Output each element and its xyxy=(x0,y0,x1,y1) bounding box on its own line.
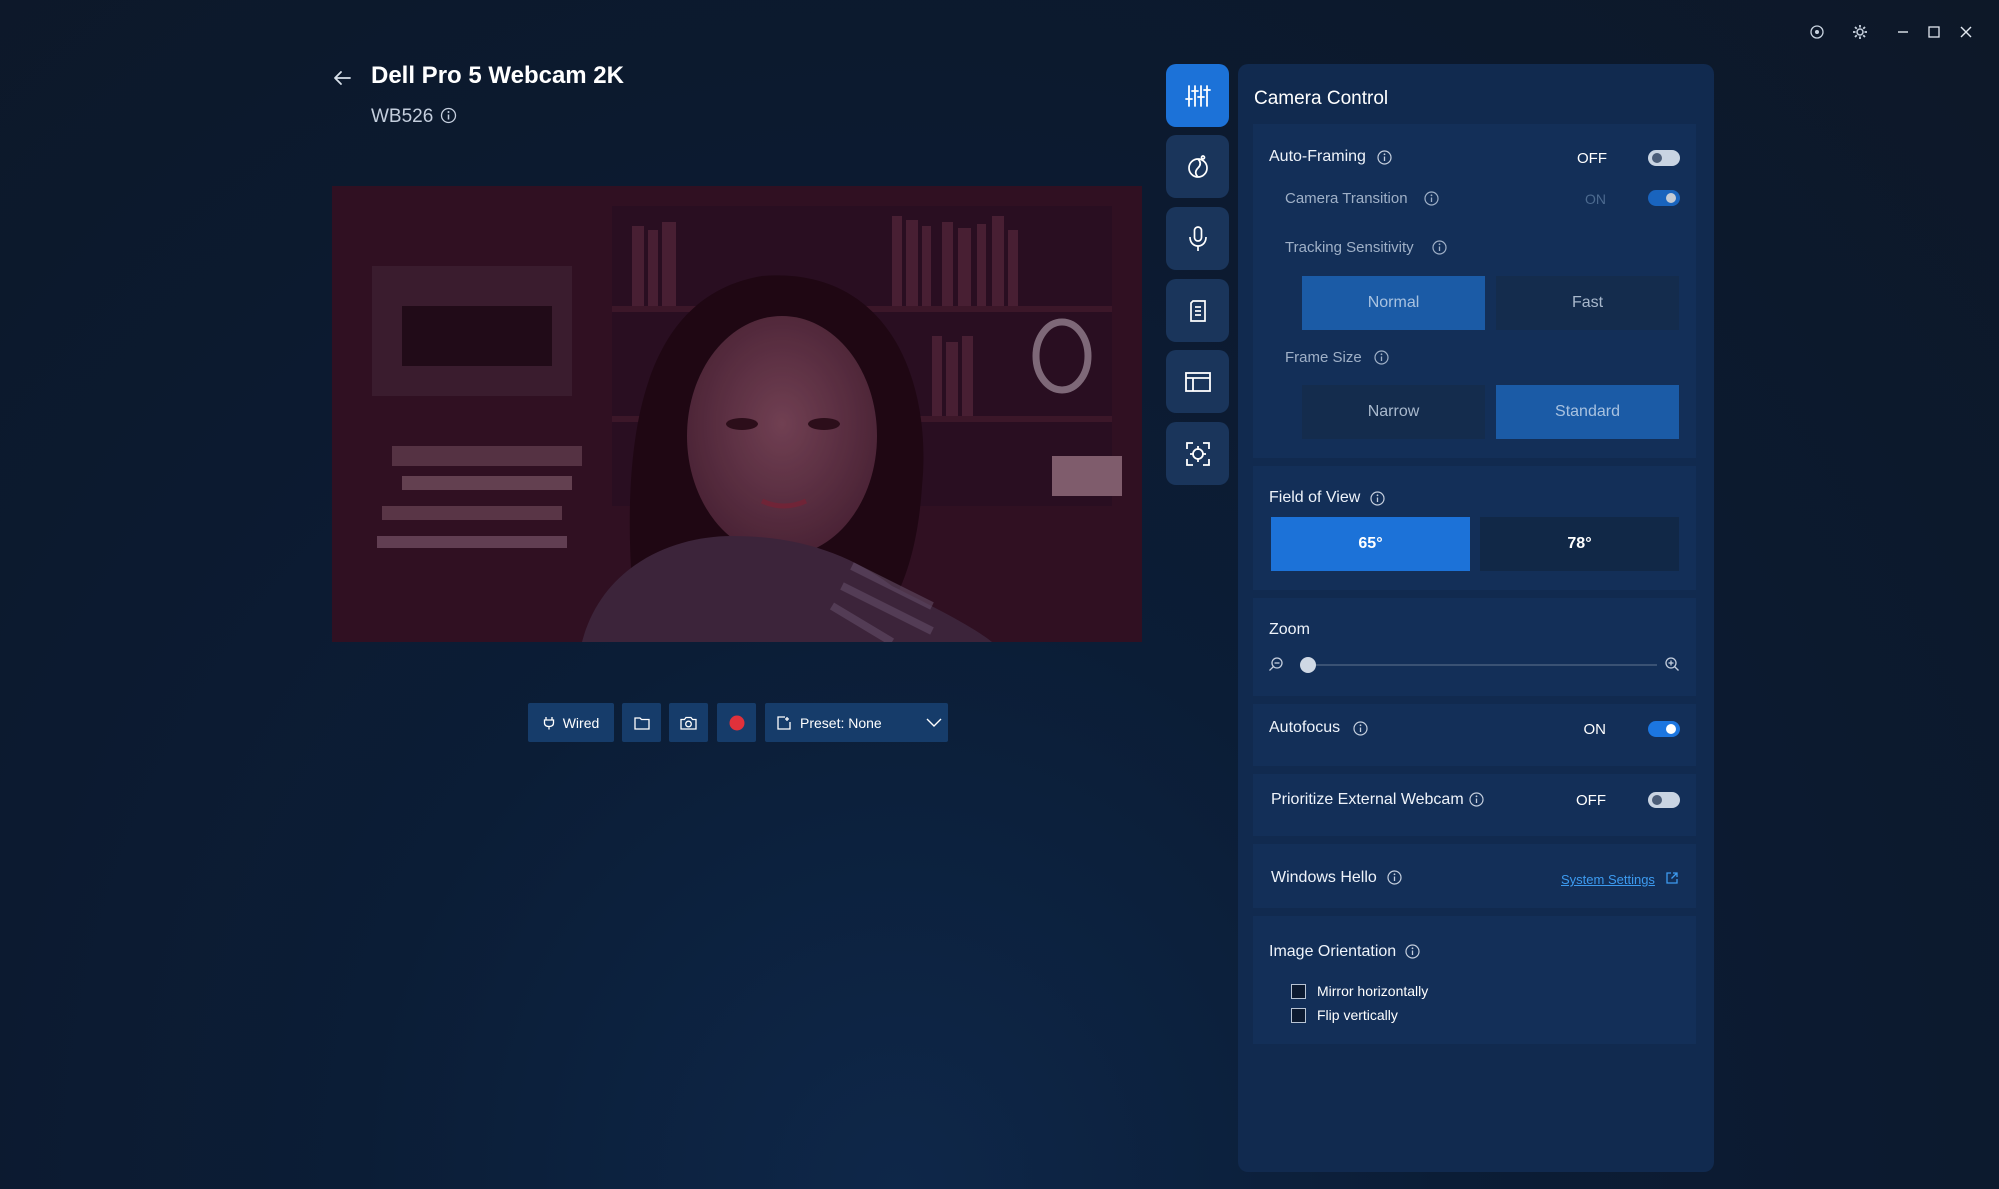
preset-dropdown[interactable]: Preset: None xyxy=(765,703,948,742)
fov-78-option[interactable]: 78° xyxy=(1480,517,1679,571)
info-icon[interactable] xyxy=(1387,870,1402,885)
camera-transition-label: Camera Transition xyxy=(1285,190,1408,207)
chevron-down-icon xyxy=(926,715,942,729)
info-icon[interactable] xyxy=(1405,944,1420,959)
close-icon[interactable] xyxy=(1954,20,1978,44)
info-icon[interactable] xyxy=(1374,350,1389,365)
plug-icon xyxy=(543,716,555,730)
back-arrow-icon[interactable] xyxy=(330,66,358,94)
info-icon[interactable] xyxy=(1432,240,1447,255)
microphone-icon xyxy=(1186,225,1210,253)
preset-icon xyxy=(777,715,791,730)
auto-framing-label: Auto-Framing xyxy=(1269,148,1366,165)
fov-65-option[interactable]: 65° xyxy=(1271,517,1470,571)
image-adjust-tab[interactable] xyxy=(1166,135,1229,198)
zoom-slider-track[interactable] xyxy=(1302,664,1657,666)
autofocus-label: Autofocus xyxy=(1269,719,1341,736)
autofocus-state: ON xyxy=(1583,721,1607,738)
document-tab[interactable] xyxy=(1166,279,1229,342)
target-icon[interactable] xyxy=(1805,20,1829,44)
sensitivity-normal-option[interactable]: Normal xyxy=(1302,276,1485,330)
audio-tab[interactable] xyxy=(1166,207,1229,270)
zoom-in-icon[interactable] xyxy=(1664,656,1680,672)
gear-icon[interactable] xyxy=(1848,20,1872,44)
info-icon[interactable] xyxy=(1469,792,1484,807)
record-button[interactable] xyxy=(717,703,756,742)
info-icon[interactable] xyxy=(1377,150,1392,165)
connection-label: Wired xyxy=(562,714,600,731)
zoom-out-icon[interactable] xyxy=(1268,656,1284,672)
snapshot-button[interactable] xyxy=(669,703,708,742)
camera-transition-toggle[interactable] xyxy=(1648,190,1680,206)
minimize-icon[interactable] xyxy=(1891,20,1915,44)
auto-framing-toggle[interactable] xyxy=(1648,150,1680,166)
camera-transition-state: ON xyxy=(1585,191,1606,207)
maximize-icon[interactable] xyxy=(1922,20,1946,44)
camera-icon xyxy=(680,716,697,730)
info-icon[interactable] xyxy=(1370,491,1385,506)
zoom-slider-thumb[interactable] xyxy=(1300,657,1316,673)
frame-size-narrow-option[interactable]: Narrow xyxy=(1302,385,1485,439)
system-settings-link[interactable]: System Settings xyxy=(1561,872,1655,887)
info-icon[interactable] xyxy=(1353,721,1368,736)
prioritize-external-state: OFF xyxy=(1576,792,1606,809)
connection-button[interactable]: Wired xyxy=(528,703,614,742)
windows-hello-label: Windows Hello xyxy=(1271,869,1377,886)
field-of-view-label: Field of View xyxy=(1269,489,1361,506)
image-orientation-card xyxy=(1253,916,1696,1044)
autofocus-toggle[interactable] xyxy=(1648,721,1680,737)
tracking-sensitivity-label: Tracking Sensitivity xyxy=(1285,239,1414,256)
camera-control-tab[interactable] xyxy=(1166,64,1229,127)
framing-tab[interactable] xyxy=(1166,422,1229,485)
zoom-card xyxy=(1253,598,1696,696)
prioritize-external-label: Prioritize External Webcam xyxy=(1271,791,1464,808)
record-icon xyxy=(729,715,745,731)
camera-preview xyxy=(332,186,1142,642)
info-icon[interactable] xyxy=(440,107,457,124)
frame-size-label: Frame Size xyxy=(1285,349,1362,366)
sliders-icon xyxy=(1184,82,1212,110)
prioritize-external-toggle[interactable] xyxy=(1648,792,1680,808)
flip-vertically-label: Flip vertically xyxy=(1317,1007,1398,1023)
frame-size-standard-option[interactable]: Standard xyxy=(1496,385,1679,439)
image-orientation-label: Image Orientation xyxy=(1269,943,1397,960)
layout-tab[interactable] xyxy=(1166,350,1229,413)
page-title: Dell Pro 5 Webcam 2K xyxy=(371,62,624,89)
folder-icon xyxy=(633,716,650,730)
auto-framing-state: OFF xyxy=(1577,150,1607,167)
mirror-horizontally-label: Mirror horizontally xyxy=(1317,983,1429,999)
document-icon xyxy=(1186,298,1210,324)
color-palette-icon xyxy=(1185,154,1211,180)
model-number: WB526 xyxy=(371,106,434,127)
layout-icon xyxy=(1184,370,1212,394)
focus-target-icon xyxy=(1184,440,1212,468)
external-link-icon[interactable] xyxy=(1665,871,1679,885)
mirror-horizontally-checkbox[interactable] xyxy=(1291,984,1306,999)
open-folder-button[interactable] xyxy=(622,703,661,742)
info-icon[interactable] xyxy=(1424,191,1439,206)
flip-vertically-checkbox[interactable] xyxy=(1291,1008,1306,1023)
sensitivity-fast-option[interactable]: Fast xyxy=(1496,276,1679,330)
preset-label: Preset: None xyxy=(800,714,882,731)
zoom-label: Zoom xyxy=(1269,621,1310,638)
panel-title: Camera Control xyxy=(1254,88,1389,109)
